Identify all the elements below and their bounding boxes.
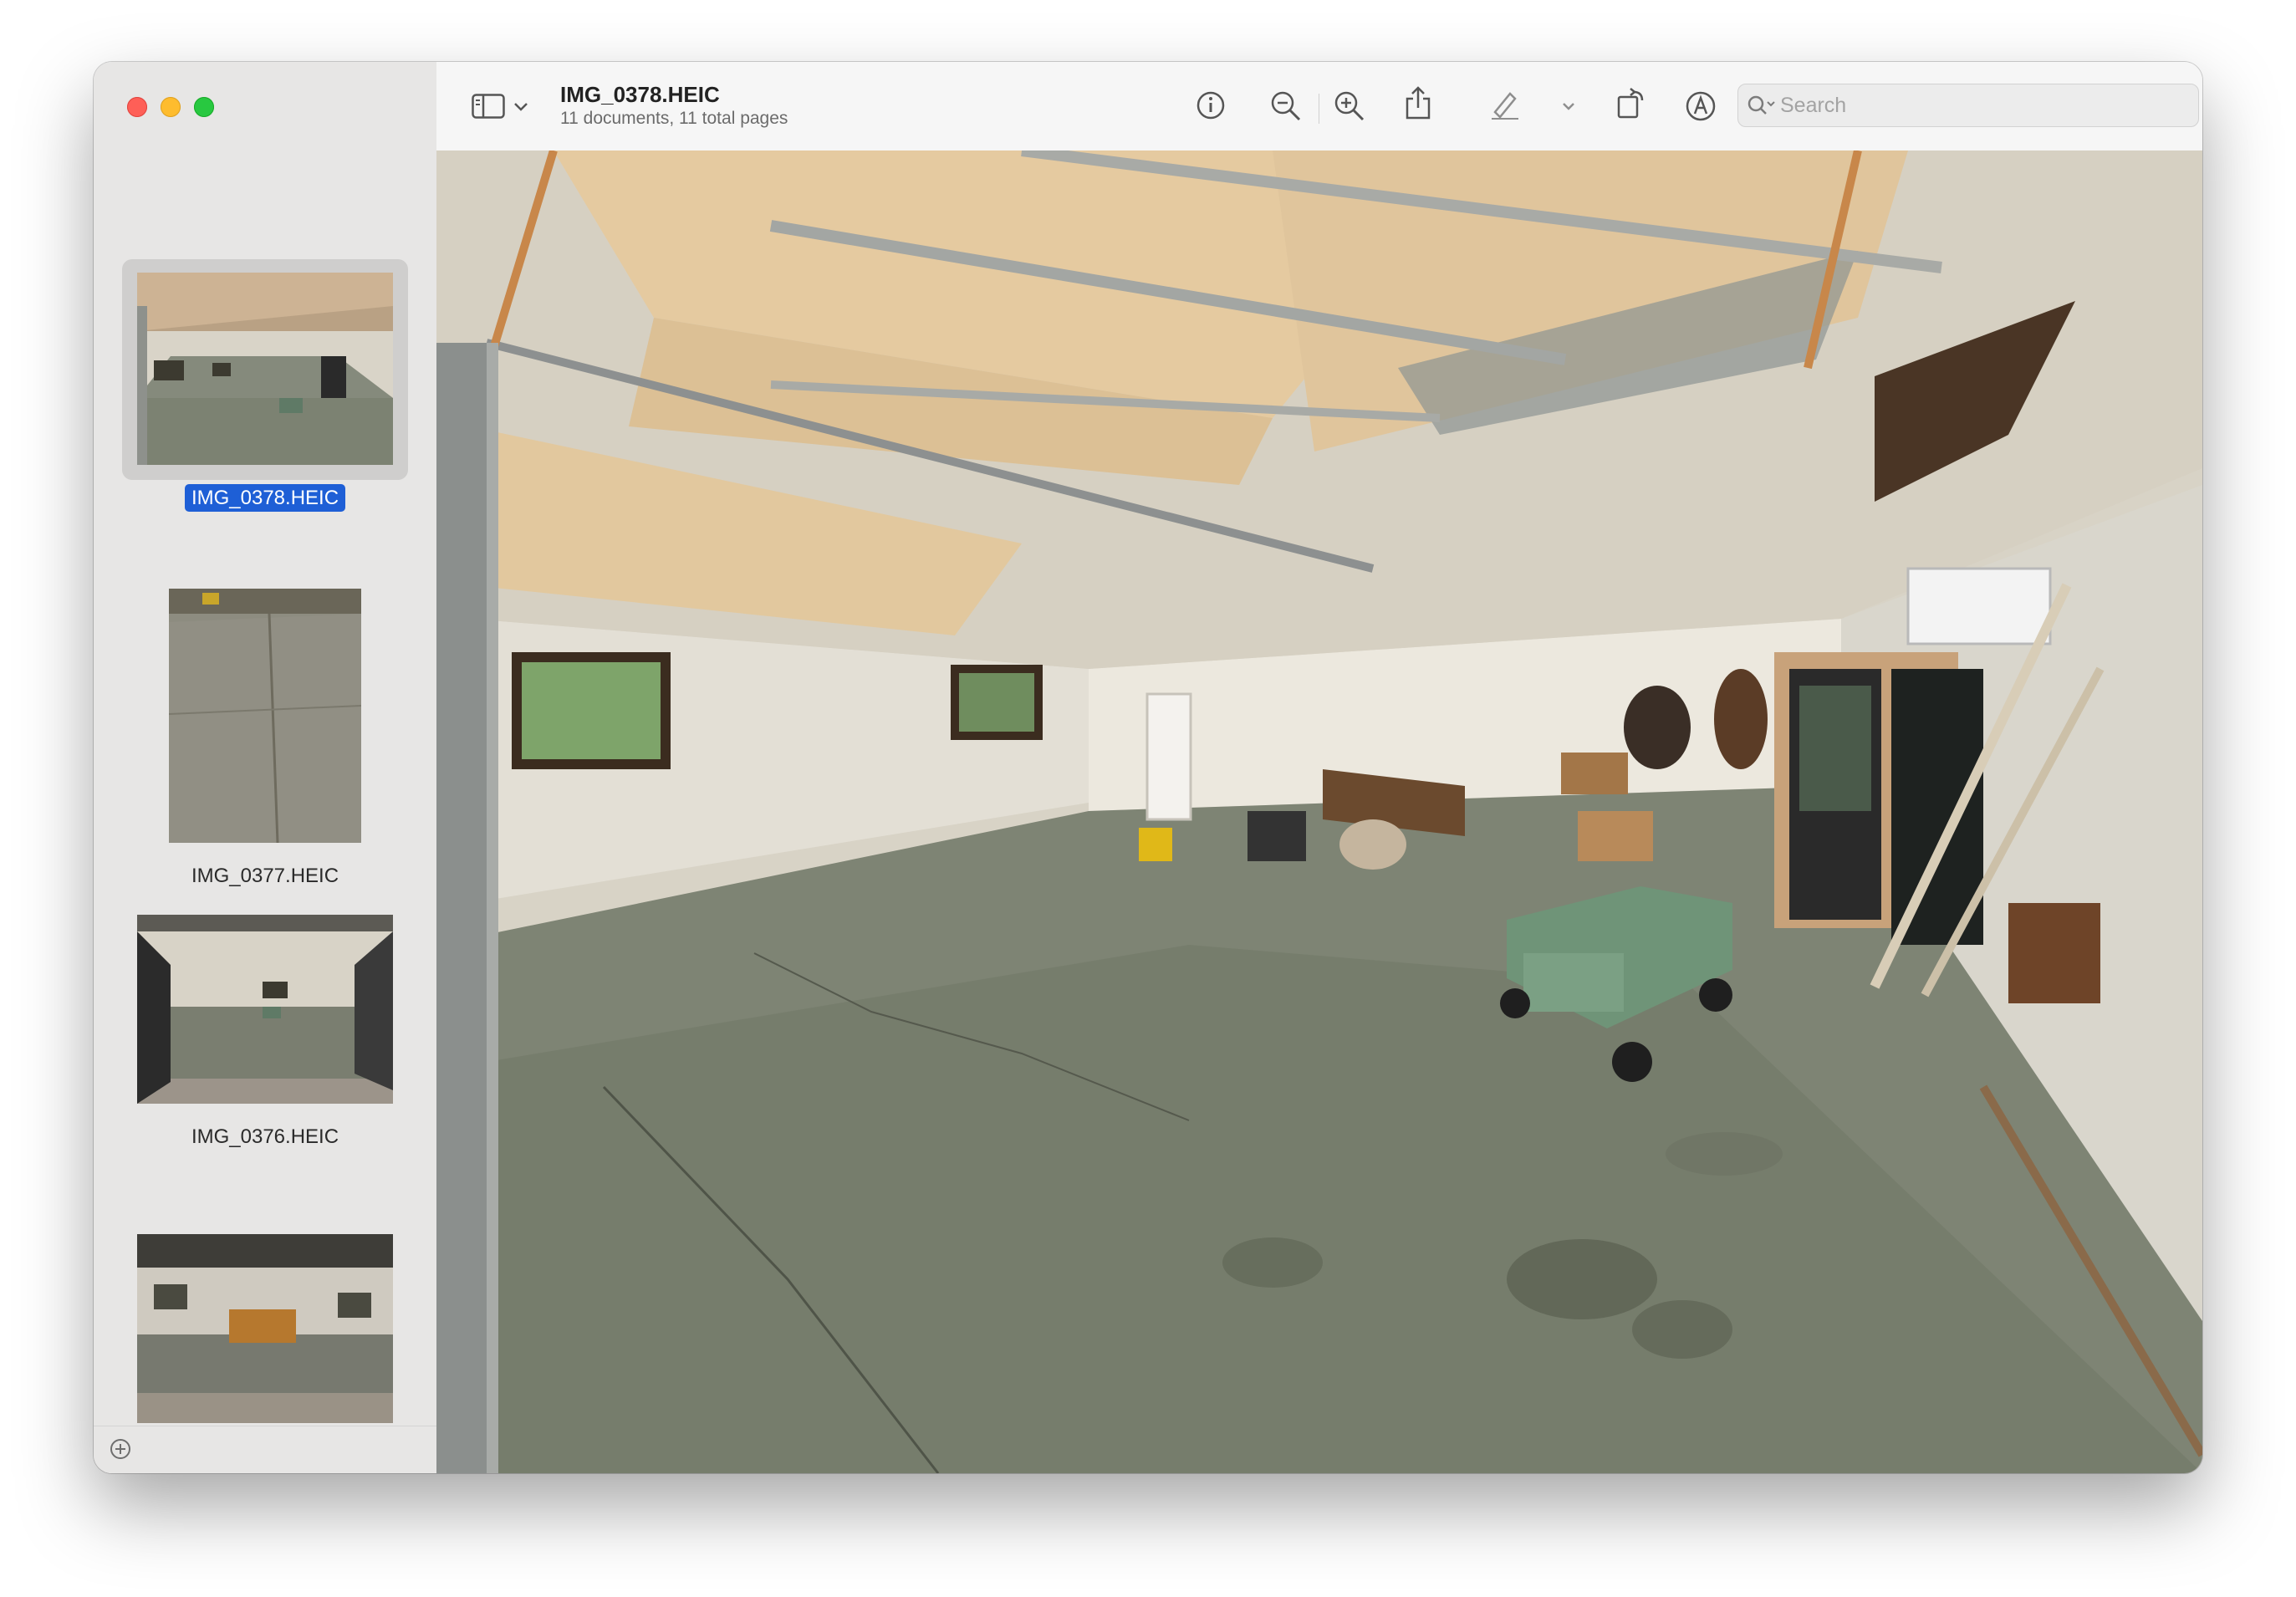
thumbnail-label: IMG_0378.HEIC: [94, 484, 436, 512]
thumbnail-list[interactable]: IMG_0378.HEIC IMG_0377.HEIC IMG_0376.HEI…: [94, 196, 436, 1473]
sidebar-footer: [94, 1426, 436, 1473]
zoom-button[interactable]: [194, 97, 214, 117]
search-field[interactable]: [1737, 84, 2199, 127]
info-icon[interactable]: [1196, 90, 1226, 120]
annotate-icon[interactable]: [1685, 90, 1717, 122]
document-title: IMG_0378.HEIC: [560, 82, 720, 107]
toolbar: IMG_0378.HEIC 11 documents, 11 total pag…: [436, 62, 2202, 151]
thumbnail-image[interactable]: [137, 1234, 393, 1423]
zoom-in-icon[interactable]: [1334, 90, 1365, 122]
sidebar-toggle-icon[interactable]: [472, 94, 505, 119]
document-viewer[interactable]: [436, 151, 2202, 1473]
thumbnail-image[interactable]: [137, 273, 393, 465]
rotate-icon[interactable]: [1615, 87, 1649, 120]
thumbnail-image[interactable]: [137, 915, 393, 1104]
preview-window: IMG_0378.HEIC IMG_0377.HEIC IMG_0376.HEI…: [94, 62, 2202, 1473]
thumbnail-image[interactable]: [169, 589, 361, 843]
chevron-down-icon[interactable]: [1562, 102, 1575, 110]
document-subtitle: 11 documents, 11 total pages: [560, 109, 788, 128]
close-button[interactable]: [127, 97, 147, 117]
thumbnail-label: IMG_0376.HEIC: [191, 1125, 339, 1148]
search-input[interactable]: [1780, 84, 2181, 126]
thumbnail-label: IMG_0377.HEIC: [191, 865, 339, 887]
search-icon: [1747, 94, 1777, 122]
minimize-button[interactable]: [161, 97, 181, 117]
thumbnail-sidebar: IMG_0378.HEIC IMG_0377.HEIC IMG_0376.HEI…: [94, 62, 437, 1473]
markup-pen-icon[interactable]: [1488, 87, 1522, 120]
zoom-out-icon[interactable]: [1270, 90, 1302, 122]
add-icon[interactable]: [110, 1439, 130, 1459]
chevron-down-icon[interactable]: [513, 102, 528, 112]
garage-photo: [436, 151, 2202, 1473]
share-icon[interactable]: [1405, 85, 1431, 120]
